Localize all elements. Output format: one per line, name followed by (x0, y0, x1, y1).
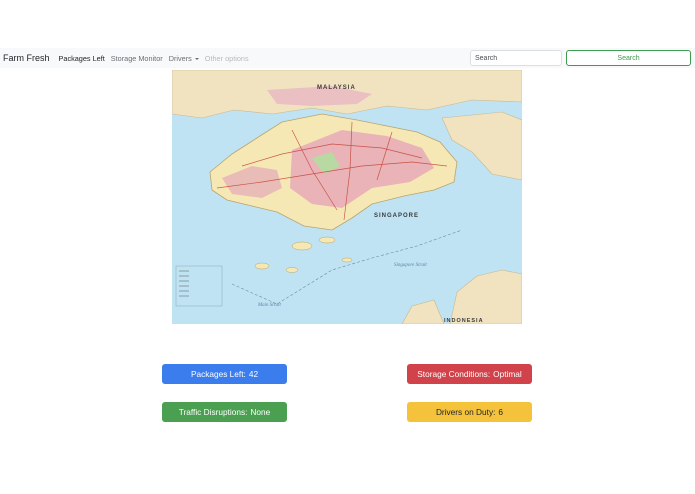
map-label-indonesia: INDONESIA (444, 318, 484, 324)
traffic-disruptions-label: Traffic Disruptions: (178, 407, 248, 417)
drivers-on-duty-value: 6 (498, 407, 504, 417)
storage-conditions-button[interactable]: Storage Conditions: Optimal (407, 364, 532, 384)
traffic-disruptions-button[interactable]: Traffic Disruptions: None (162, 402, 287, 422)
packages-left-button[interactable]: Packages Left: 42 (162, 364, 287, 384)
map-label-singapore-strait: Singapore Strait (394, 263, 427, 268)
nav-packages-left[interactable]: Packages Left (59, 54, 105, 63)
search-input[interactable] (470, 50, 562, 66)
search-button[interactable]: Search (566, 50, 691, 66)
drivers-on-duty-label: Drivers on Duty: (435, 407, 496, 417)
storage-conditions-value: Optimal (493, 369, 522, 379)
traffic-disruptions-value: None (250, 407, 271, 417)
packages-left-value: 42 (248, 369, 259, 379)
nav-storage-monitor[interactable]: Storage Monitor (111, 54, 163, 63)
nav-drivers-label: Drivers (168, 53, 192, 63)
storage-conditions-label: Storage Conditions: (417, 369, 491, 379)
nav-drivers-dropdown[interactable]: Drivers (169, 54, 199, 63)
chevron-down-icon (194, 57, 199, 60)
map-graphic: MALAYSIA SINGAPORE INDONESIA Singapore S… (172, 70, 522, 324)
map-label-singapore: SINGAPORE (374, 213, 419, 219)
singapore-map-image: MALAYSIA SINGAPORE INDONESIA Singapore S… (172, 70, 522, 324)
map-label-main-strait: Main Strait (257, 303, 282, 308)
drivers-on-duty-button[interactable]: Drivers on Duty: 6 (407, 402, 532, 422)
packages-left-label: Packages Left: (190, 369, 246, 379)
map-label-malaysia: MALAYSIA (317, 85, 356, 91)
nav-other-options: Other options (204, 53, 249, 63)
brand-logo[interactable]: Farm Fresh (3, 53, 50, 63)
